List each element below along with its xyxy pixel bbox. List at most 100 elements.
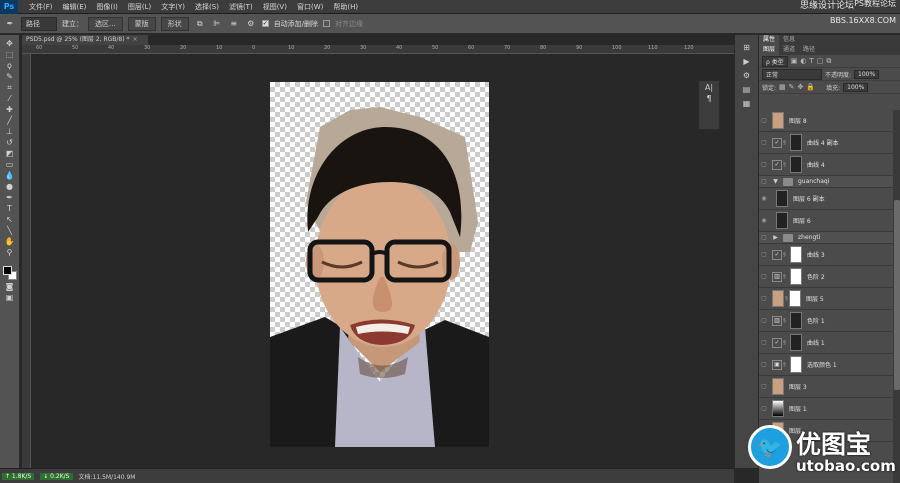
layer-mask-thumbnail[interactable] [790,356,802,373]
layer-row[interactable]: ▢ ✓ § 曲线 4 副本 [759,132,893,154]
auto-add-delete-checkbox[interactable]: ✓ [261,20,269,27]
layer-row[interactable]: ▢ 图层 3 [759,376,893,398]
path-arrangement-icon[interactable]: ≡ [228,18,240,30]
document-canvas[interactable] [270,82,489,447]
layer-row[interactable]: ▢ ▣ § 选取颜色 1 [759,354,893,376]
tab-properties[interactable]: 属性 [759,35,780,45]
foreground-color-swatch[interactable] [2,266,12,275]
marquee-tool-icon[interactable]: ⬚ [3,50,17,60]
menu-edit[interactable]: 编辑(E) [58,2,92,12]
lasso-tool-icon[interactable]: ϙ [3,61,17,71]
filter-type-icon[interactable]: T [809,57,813,65]
history-brush-tool-icon[interactable]: ↺ [3,138,17,148]
screen-mode-icon[interactable]: ▣ [3,293,17,303]
menu-window[interactable]: 窗口(W) [292,2,328,12]
lock-move-icon[interactable]: ✥ [798,83,804,91]
blend-mode-select[interactable]: 正常 [762,68,822,80]
visibility-toggle[interactable]: ◉ [759,217,769,224]
visibility-toggle[interactable]: ▢ [759,317,769,324]
fill-input[interactable]: 100% [843,82,869,92]
layer-mask-thumbnail[interactable] [790,134,802,151]
visibility-toggle[interactable]: ▢ [759,251,769,258]
lock-transparent-icon[interactable]: ▦ [779,83,786,91]
visibility-toggle[interactable]: ▢ [759,295,769,302]
crop-tool-icon[interactable]: ⌗ [3,83,17,93]
filter-adjust-icon[interactable]: ◐ [800,57,806,65]
layer-mask-thumbnail[interactable] [790,156,802,173]
chevron-right-icon[interactable]: ▶ [772,234,779,241]
gradient-tool-icon[interactable]: ▭ [3,160,17,170]
layer-row[interactable]: ◉ 图层 6 副本 [759,188,893,210]
shape-tool-icon[interactable]: ╲ [3,226,17,236]
menu-image[interactable]: 图像(I) [91,2,123,12]
styles-icon[interactable]: ▦ [743,99,751,108]
visibility-toggle[interactable]: ◉ [759,195,769,202]
layer-row[interactable]: ▢ ✓ § 曲线 3 [759,244,893,266]
tab-channels[interactable]: 通道 [779,45,799,55]
visibility-toggle[interactable]: ▢ [759,178,769,185]
visibility-toggle[interactable]: ▢ [759,405,769,412]
pen-tool-icon[interactable]: ✒ [3,193,17,203]
visibility-toggle[interactable]: ▢ [759,273,769,280]
layer-group-row[interactable]: ▢ ▼ guanchaqi [759,176,893,188]
move-tool-icon[interactable]: ✥ [3,39,17,49]
tab-info[interactable]: 信息 [779,35,799,45]
menu-type[interactable]: 文字(Y) [156,2,190,12]
paragraph-panel-icon[interactable]: ¶ [706,94,711,103]
layer-mask-thumbnail[interactable] [790,312,802,329]
clone-stamp-tool-icon[interactable]: ⊥ [3,127,17,137]
layer-filter-select[interactable]: ρ 类型 [762,55,788,67]
align-edges-checkbox[interactable] [323,20,331,27]
close-tab-icon[interactable]: × [132,36,137,43]
layer-row[interactable]: ▢ ▥ § 色阶 2 [759,266,893,288]
filter-pixel-icon[interactable]: ▣ [791,57,798,65]
menu-filter[interactable]: 滤镜(T) [224,2,258,12]
layer-row[interactable]: ▢ ✓ § 曲线 4 [759,154,893,176]
zoom-tool-icon[interactable]: ⚲ [3,248,17,258]
visibility-toggle[interactable]: ▢ [759,161,769,168]
hand-tool-icon[interactable]: ✋ [3,237,17,247]
visibility-toggle[interactable]: ▢ [759,234,769,241]
filter-shape-icon[interactable]: ▢ [817,57,824,65]
document-tab[interactable]: PSD5.psd @ 25% (图层 2, RGB/8) * × [22,35,148,45]
chevron-down-icon[interactable]: ▼ [772,178,779,185]
adjustments-icon[interactable]: ⚙ [743,71,750,80]
menu-view[interactable]: 视图(V) [258,2,292,12]
visibility-toggle[interactable]: ▢ [759,361,769,368]
quick-mask-icon[interactable]: ◙ [3,282,17,292]
eyedropper-tool-icon[interactable]: ⁄ [3,94,17,104]
visibility-toggle[interactable]: ▢ [759,117,769,124]
layer-row[interactable]: ▢ ✓ § 曲线 1 [759,332,893,354]
layer-row[interactable]: ▢ 图层 8 [759,110,893,132]
brush-tool-icon[interactable]: ╱ [3,116,17,126]
path-selection-tool-icon[interactable]: ↖ [3,215,17,225]
quick-select-tool-icon[interactable]: ✎ [3,72,17,82]
history-icon[interactable]: ⊞ [743,43,750,52]
gear-icon[interactable]: ⚙ [245,18,257,30]
blur-tool-icon[interactable]: 💧 [3,171,17,181]
menu-select[interactable]: 选择(S) [190,2,224,12]
color-swatches[interactable] [2,265,18,281]
visibility-toggle[interactable]: ▢ [759,139,769,146]
layer-row[interactable]: ▢ § 图层 5 [759,288,893,310]
pen-tool-icon[interactable]: ✒ [4,18,16,30]
tab-layers[interactable]: 图层 [759,45,780,55]
lock-all-icon[interactable]: 🔒 [806,83,815,91]
lock-paint-icon[interactable]: ✎ [789,83,795,91]
make-selection-button[interactable]: 选区... [88,16,123,31]
type-tool-icon[interactable]: T [3,204,17,214]
layer-mask-thumbnail[interactable] [789,290,801,307]
layer-group-row[interactable]: ▢ ▶ zhengti [759,232,893,244]
character-panel-icon[interactable]: A| [705,83,713,92]
layer-row[interactable]: ▢ ▥ § 色阶 1 [759,310,893,332]
filter-smart-icon[interactable]: ⧉ [826,57,831,66]
menu-layer[interactable]: 图层(L) [123,2,156,12]
layer-row[interactable]: ▢ 图层 1 [759,398,893,420]
path-alignment-icon[interactable]: ⊫ [211,18,223,30]
visibility-toggle[interactable]: ▢ [759,339,769,346]
actions-play-icon[interactable]: ▶ [743,57,749,66]
make-mask-button[interactable]: 蒙版 [127,16,156,31]
tool-mode-select[interactable]: 路径 [21,16,57,31]
opacity-input[interactable]: 100% [854,69,880,79]
menu-help[interactable]: 帮助(H) [328,2,363,12]
